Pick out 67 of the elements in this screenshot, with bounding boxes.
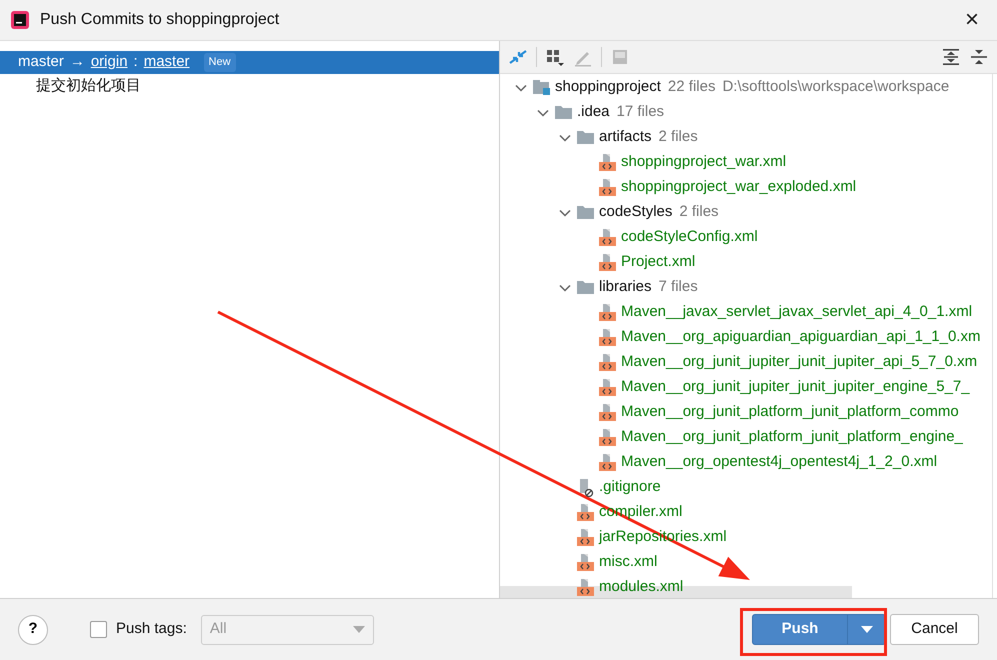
xml-file-icon [598, 428, 617, 447]
xml-file-icon [598, 378, 617, 397]
xml-file-icon [598, 178, 617, 197]
file-count: 17 files [616, 102, 664, 122]
checkbox[interactable] [90, 621, 107, 638]
commit-item[interactable]: 提交初始化项目 [0, 74, 499, 99]
file-name[interactable]: Project.xml [621, 251, 696, 274]
xml-file-icon [598, 253, 617, 272]
group-by-icon[interactable] [545, 47, 565, 67]
xml-file-icon [576, 578, 595, 597]
folder-icon [554, 103, 573, 122]
caret-icon [860, 626, 872, 634]
file-name[interactable]: Maven__org_junit_jupiter_junit_jupiter_engine_5_7_ [621, 376, 970, 399]
remote-link[interactable]: origin [90, 51, 128, 74]
module-icon [532, 78, 551, 97]
branch-link[interactable]: master [144, 51, 190, 74]
file-name[interactable]: .gitignore [599, 476, 661, 499]
separator-text: : [134, 52, 138, 72]
file-count: 2 files [679, 202, 719, 222]
xml-file-icon [576, 553, 595, 572]
file-count: 22 files [668, 77, 716, 98]
app-icon [10, 10, 30, 30]
expand-all-icon[interactable] [941, 47, 961, 67]
push-button[interactable]: Push [752, 614, 886, 645]
arrow-text: → [70, 52, 85, 72]
file-name[interactable]: Maven__org_opentest4j_opentest4j_1_2_0.xml [621, 451, 938, 474]
file-name[interactable]: shoppingproject_war.xml [621, 151, 786, 174]
folder-icon [576, 278, 595, 297]
window-title: Push Commits to shoppingproject [40, 10, 280, 30]
xml-file-icon [598, 403, 617, 422]
collapse-all-icon[interactable] [969, 47, 989, 67]
xml-file-icon [598, 153, 617, 172]
file-count: 2 files [658, 127, 698, 148]
merge-arrows-icon[interactable] [508, 47, 528, 67]
xml-file-icon [576, 528, 595, 547]
close-button[interactable]: × [956, 8, 987, 32]
branch-name: master [18, 52, 64, 72]
file-name[interactable]: Maven__org_junit_jupiter_junit_jupiter_api_5_7_0.xm [621, 351, 978, 374]
file-name[interactable]: Maven__org_apiguardian_apiguardian_api_1_1_0.xm [621, 326, 980, 349]
file-name[interactable]: misc.xml [599, 551, 658, 574]
help-button[interactable]: ? [18, 614, 48, 644]
folder-name[interactable]: codeStyles [599, 201, 672, 224]
folder-name[interactable]: artifacts [599, 126, 652, 149]
xml-file-icon [576, 503, 595, 522]
file-name[interactable]: Maven__org_junit_platform_junit_platform_commo [621, 401, 959, 424]
new-badge: New [204, 53, 236, 72]
xml-file-icon [598, 453, 617, 472]
folder-name[interactable]: .idea [577, 101, 610, 124]
folder-name[interactable]: shoppingproject [555, 76, 661, 99]
file-name[interactable]: codeStyleConfig.xml [621, 226, 758, 249]
folder-icon [576, 128, 595, 147]
xml-file-icon [598, 353, 617, 372]
xml-file-icon [598, 328, 617, 347]
checkbox-label: Push tags: [116, 619, 187, 640]
xml-file-icon [598, 303, 617, 322]
cancel-button[interactable]: Cancel [890, 614, 979, 645]
file-count: 7 files [658, 277, 698, 298]
xml-file-icon [598, 228, 617, 247]
caret-icon [352, 626, 365, 634]
file-name[interactable]: shoppingproject_war_exploded.xml [621, 176, 856, 199]
file-name[interactable]: Maven__org_junit_platform_junit_platform_engine_ [621, 426, 963, 449]
folder-icon [576, 203, 595, 222]
folder-name[interactable]: libraries [599, 276, 652, 299]
folder-path: D:\softtools\workspace\workspace [722, 77, 950, 98]
push-target-row[interactable]: master → origin : master New [0, 51, 499, 74]
file-name[interactable]: modules.xml [599, 576, 684, 598]
file-name[interactable]: Maven__javax_servlet_javax_servlet_api_4_0_1.xml [621, 301, 972, 324]
